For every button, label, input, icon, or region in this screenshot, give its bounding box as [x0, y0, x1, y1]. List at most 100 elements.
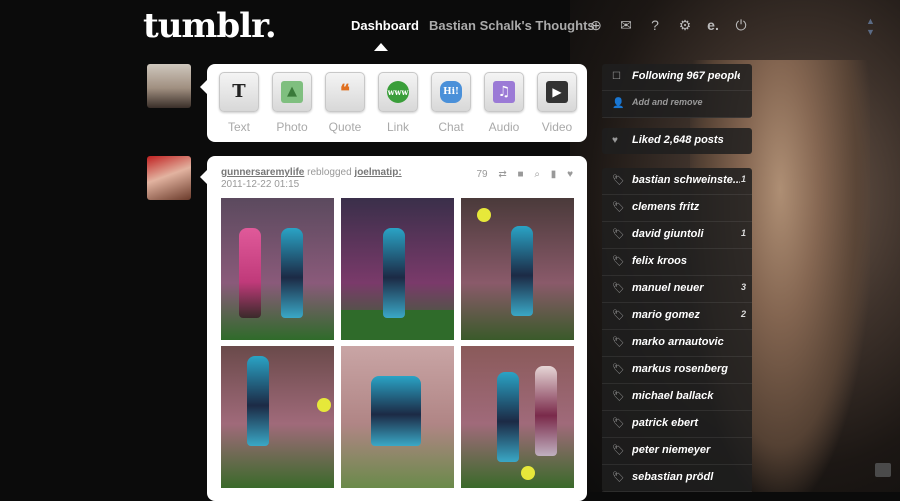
tag-row[interactable]: 🏷 markus rosenberg: [602, 357, 752, 384]
tumblr-logo[interactable]: tumblr.: [143, 6, 277, 46]
nav-dashboard[interactable]: Dashboard: [351, 18, 419, 33]
tag-count: 2: [740, 309, 746, 319]
tag-row[interactable]: 🏷 michael ballack: [602, 384, 752, 411]
tag-row[interactable]: 🏷 felix kroos: [602, 249, 752, 276]
nav-caret-icon: [374, 43, 388, 51]
tag-row[interactable]: 🏷 patrick ebert: [602, 411, 752, 438]
post-type-label: Audio: [488, 120, 520, 134]
liked-row[interactable]: ♥ Liked 2,648 posts: [602, 128, 752, 154]
tag-row[interactable]: 🏷 mario gomez 2: [602, 303, 752, 330]
audio-icon: ♫: [484, 72, 524, 112]
photo-3[interactable]: [461, 198, 574, 340]
link-icon: www: [378, 72, 418, 112]
tag-icon: 🏷: [612, 229, 625, 240]
tag-row[interactable]: 🏷 sebastian prödl: [602, 465, 752, 492]
following-row[interactable]: ☐ Following 967 people: [602, 64, 752, 91]
tag-icon: 🏷: [612, 175, 625, 186]
post-type-text[interactable]: T Text: [213, 72, 265, 134]
tag-icon: 🏷: [612, 283, 625, 294]
photo-5[interactable]: [341, 346, 454, 488]
post-author-avatar[interactable]: [147, 156, 191, 200]
sidebar: ☐ Following 967 people 👤 Add and remove …: [602, 64, 752, 492]
tag-row[interactable]: 🏷 bastian schweinste... 1: [602, 168, 752, 195]
tag-icon: 🏷: [612, 202, 625, 213]
user-icon: 👤: [612, 98, 625, 109]
e-icon[interactable]: e.: [705, 17, 721, 33]
post-type-panel: T Text ▲ Photo ❝ Quote www Link Hi! Chat…: [200, 64, 587, 142]
post-type-label: Photo: [276, 120, 308, 134]
panel-nub: [200, 80, 207, 94]
tag-name: patrick ebert: [632, 417, 699, 429]
tag-icon: 🏷: [612, 256, 625, 267]
post-source-link[interactable]: joelmatip:: [354, 167, 401, 178]
scroll-arrows[interactable]: ▲ ▼: [866, 16, 875, 38]
quote-icon: ❝: [325, 72, 365, 112]
photo-1[interactable]: [221, 198, 334, 340]
tag-icon: 🏷: [612, 337, 625, 348]
gear-icon[interactable]: ⚙: [677, 17, 693, 33]
tag-name: bastian schweinste...: [632, 174, 740, 186]
camera-icon[interactable]: ■: [518, 169, 524, 180]
post-controls: 79 ⇄ ■ ⌕ ▮ ♥: [468, 169, 573, 180]
post-type-audio[interactable]: ♫ Audio: [478, 72, 530, 134]
plus-circle-icon[interactable]: ⊕: [588, 17, 604, 33]
tag-name: mario gomez: [632, 309, 700, 321]
post-type-chat[interactable]: Hi! Chat: [425, 72, 477, 134]
post-type-label: Text: [227, 120, 250, 134]
tags-box: 🏷 bastian schweinste... 1 🏷 clemens fritz 🏷…: [602, 168, 752, 492]
reblog-icon[interactable]: ⇄: [498, 169, 506, 180]
tag-name: michael ballack: [632, 390, 714, 402]
liked-box: ♥ Liked 2,648 posts: [602, 128, 752, 154]
tag-icon: 🏷: [612, 310, 625, 321]
tag-name: felix kroos: [632, 255, 688, 267]
liked-text: Liked 2,648 posts: [632, 134, 724, 146]
tag-count: 1: [740, 228, 746, 238]
photo-2[interactable]: [341, 198, 454, 340]
post-type-label: Quote: [328, 120, 362, 134]
tag-row[interactable]: 🏷 david giuntoli 1: [602, 222, 752, 249]
tag-icon: 🏷: [612, 445, 625, 456]
photo-6[interactable]: [461, 346, 574, 488]
heart-icon[interactable]: ♥: [567, 169, 573, 180]
corner-button[interactable]: [875, 463, 891, 477]
bookmark-icon[interactable]: ▮: [551, 169, 557, 180]
chat-icon: Hi!: [431, 72, 471, 112]
post-date: 2011-12-22 01:15: [221, 179, 300, 190]
panel-nub: [200, 170, 207, 184]
post-type-link[interactable]: www Link: [372, 72, 424, 134]
post-type-quote[interactable]: ❝ Quote: [319, 72, 371, 134]
post-author-link[interactable]: gunnersaremylife: [221, 167, 304, 178]
post-card: gunnersaremylife reblogged joelmatip: 20…: [200, 156, 587, 501]
post-type-label: Video: [541, 120, 573, 134]
post-type-video[interactable]: ▶ Video: [531, 72, 583, 134]
tag-row[interactable]: 🏷 peter niemeyer: [602, 438, 752, 465]
following-text: Following 967 people: [632, 70, 740, 82]
add-remove-row[interactable]: 👤 Add and remove: [602, 91, 752, 118]
following-box: ☐ Following 967 people 👤 Add and remove: [602, 64, 752, 118]
tag-count: 3: [740, 282, 746, 292]
post-type-label: Chat: [438, 120, 464, 134]
user-avatar[interactable]: [147, 64, 191, 108]
tag-name: marko arnautovic: [632, 336, 724, 348]
photo-icon: ▲: [272, 72, 312, 112]
post-type-label: Link: [386, 120, 409, 134]
add-remove-link[interactable]: Add and remove: [632, 97, 740, 107]
tag-row[interactable]: 🏷 clemens fritz: [602, 195, 752, 222]
tag-icon: 🏷: [612, 418, 625, 429]
search-icon[interactable]: ⌕: [534, 169, 540, 180]
mail-icon[interactable]: ✉: [618, 17, 634, 33]
video-icon: ▶: [537, 72, 577, 112]
tag-icon: 🏷: [612, 364, 625, 375]
photo-4[interactable]: [221, 346, 334, 488]
tag-name: peter niemeyer: [632, 444, 711, 456]
power-icon[interactable]: ⏻: [733, 17, 749, 33]
tag-name: manuel neuer: [632, 282, 704, 294]
text-icon: T: [219, 72, 259, 112]
notes-count[interactable]: 79: [476, 169, 487, 180]
help-icon[interactable]: ?: [647, 17, 663, 33]
post-type-photo[interactable]: ▲ Photo: [266, 72, 318, 134]
tag-row[interactable]: 🏷 marko arnautovic: [602, 330, 752, 357]
tag-row[interactable]: 🏷 manuel neuer 3: [602, 276, 752, 303]
tag-name: clemens fritz: [632, 201, 700, 213]
nav-blog[interactable]: Bastian Schalk's Thoughts: [429, 18, 595, 33]
